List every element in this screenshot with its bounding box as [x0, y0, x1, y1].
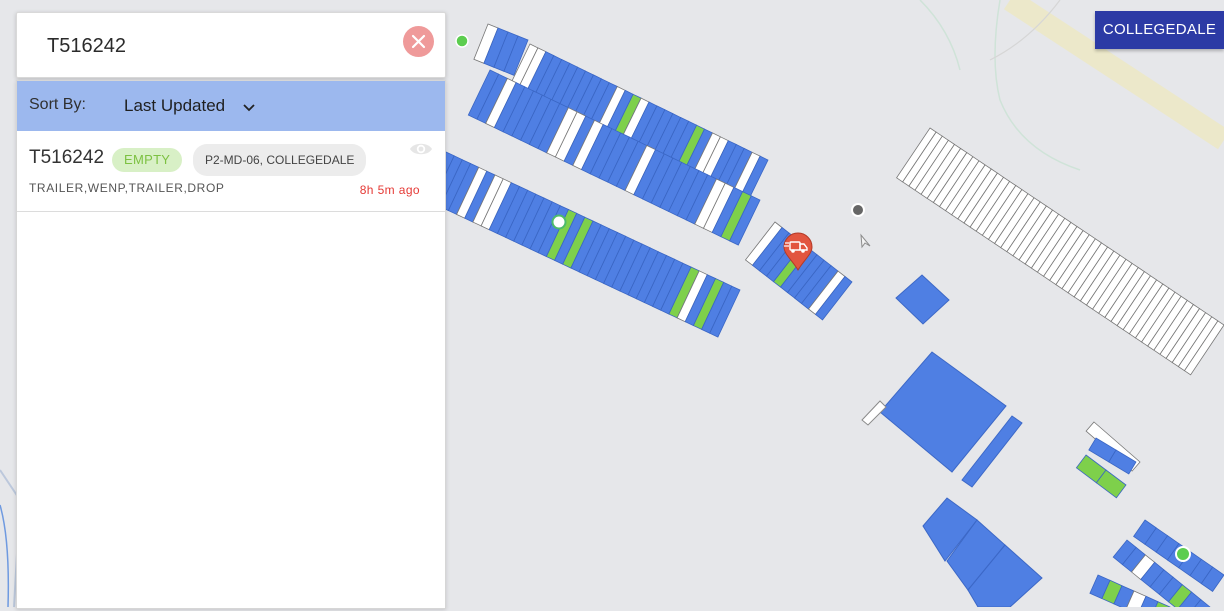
chevron-down-icon: [243, 97, 255, 116]
sort-value: Last Updated: [124, 96, 225, 116]
search-panel: Sort By: Last Updated T516242 EMPTY P2-M…: [16, 12, 446, 607]
clear-search-button[interactable]: [403, 26, 434, 57]
sort-dropdown[interactable]: Last Updated: [124, 94, 255, 118]
device-dot: [852, 204, 864, 216]
device-dot: [456, 35, 468, 47]
sort-label: Sort By:: [29, 96, 86, 114]
sort-bar: Sort By: Last Updated: [17, 81, 445, 131]
device-dot: [1176, 547, 1190, 561]
device-dot: [553, 216, 566, 229]
close-icon: [411, 34, 426, 49]
list-item[interactable]: T516242 EMPTY P2-MD-06, COLLEGEDALE TRAI…: [17, 131, 445, 212]
search-input[interactable]: [47, 33, 387, 59]
eye-icon[interactable]: [409, 141, 433, 161]
yard-select-button[interactable]: COLLEGEDALE: [1095, 11, 1224, 49]
search-box: [16, 12, 446, 78]
location-chip: P2-MD-06, COLLEGEDALE: [193, 144, 366, 176]
last-updated-time: 8h 5m ago: [360, 183, 420, 197]
status-badge: EMPTY: [112, 148, 182, 172]
results-list: Sort By: Last Updated T516242 EMPTY P2-M…: [16, 80, 446, 609]
trailer-id: T516242: [29, 147, 104, 169]
trailer-tags: TRAILER,WENP,TRAILER,DROP: [29, 181, 224, 195]
